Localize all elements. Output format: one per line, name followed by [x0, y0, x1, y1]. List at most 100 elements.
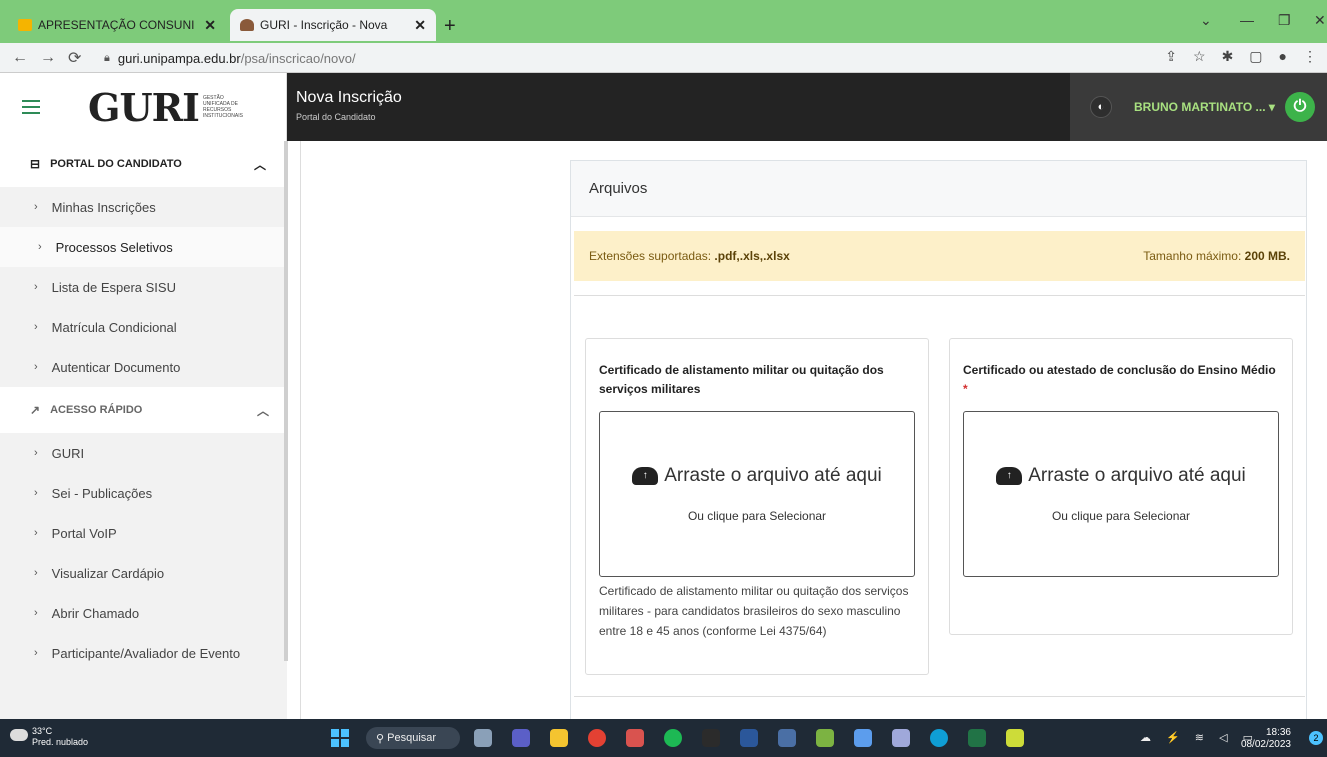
taskbar-search[interactable]: ⚲ Pesquisar: [366, 727, 460, 749]
restore-icon[interactable]: ❐: [1278, 12, 1291, 29]
upload-title: Certificado de alistamento militar ou qu…: [586, 339, 928, 411]
browser-tab-guri[interactable]: GURI - Inscrição - Nova ✕: [230, 9, 436, 41]
sidebar-item-cardapio[interactable]: › Visualizar Cardápio: [0, 553, 287, 593]
close-tab-icon[interactable]: ✕: [204, 17, 216, 34]
task-view-icon[interactable]: [474, 729, 492, 747]
file-dropzone[interactable]: ↑ Arraste o arquivo até aqui Ou clique pa…: [963, 411, 1279, 577]
sidebar: ⊟ PORTAL DO CANDIDATO ︿ › Minhas Inscriçõ…: [0, 141, 287, 719]
sidebar-item-matricula[interactable]: › Matrícula Condicional: [0, 307, 287, 347]
logout-power-icon[interactable]: ⏻: [1285, 92, 1315, 122]
reload-icon[interactable]: ⟳: [68, 48, 81, 68]
address-bar[interactable]: 🔒︎ guri.unipampa.edu.br /psa/inscricao/n…: [104, 47, 1194, 69]
sidebar-item-evento[interactable]: › Participante/Avaliador de Evento: [0, 633, 287, 673]
sidebar-item-label: Participante/Avaliador de Evento: [51, 645, 241, 661]
chevron-right-icon: ›: [34, 201, 38, 213]
sidebar-item-sei[interactable]: › Sei - Publicações: [0, 473, 287, 513]
app-icon[interactable]: [816, 729, 834, 747]
header-user-area: ◐ BRUNO MARTINATO ... ▾ ⏻: [1070, 73, 1327, 141]
share-icon[interactable]: ⇪: [1165, 48, 1177, 65]
browser-actions: ⇪ ☆ ✱ ▢ ● ⋮: [1165, 48, 1317, 65]
excel-icon[interactable]: [968, 729, 986, 747]
sidebar-scrollbar[interactable]: [284, 141, 288, 661]
upload-title-text: Certificado de alistamento militar ou qu…: [599, 363, 884, 396]
sidebar-item-chamado[interactable]: › Abrir Chamado: [0, 593, 287, 633]
back-icon[interactable]: ←: [12, 49, 28, 67]
theme-toggle-icon[interactable]: ◐: [1090, 96, 1112, 118]
hamburger-menu-icon[interactable]: [22, 100, 40, 114]
chevron-right-icon: ›: [34, 321, 38, 333]
chevron-right-icon: ›: [34, 647, 38, 659]
sidebar-item-label: Minhas Inscrições: [51, 199, 156, 215]
dropzone-subtext: Ou clique para Selecionar: [1051, 509, 1191, 523]
profile-avatar-icon[interactable]: ●: [1279, 48, 1287, 65]
section-label: PORTAL DO CANDIDATO: [50, 158, 182, 170]
dropzone-text: Arraste o arquivo até aqui: [1028, 465, 1246, 486]
sidebar-item-lista-espera[interactable]: › Lista de Espera SISU: [0, 267, 287, 307]
tab-title: APRESENTAÇÃO CONSUNI - CAL: [38, 18, 198, 32]
notification-badge[interactable]: 2: [1309, 731, 1323, 745]
chevron-up-icon[interactable]: ︿: [254, 156, 266, 173]
tab-search-icon[interactable]: ⌄: [1200, 12, 1212, 29]
extensions-icon[interactable]: ✱: [1222, 48, 1234, 65]
browser-tab-presentation[interactable]: APRESENTAÇÃO CONSUNI - CAL ✕: [8, 9, 226, 41]
file-explorer-icon[interactable]: [550, 729, 568, 747]
upload-title-text: Certificado ou atestado de conclusão do …: [963, 363, 1276, 377]
file-info-alert: Extensões suportadas: .pdf,.xls,.xlsx Ta…: [574, 231, 1305, 281]
sidebar-item-autenticar[interactable]: › Autenticar Documento: [0, 347, 287, 387]
app-icon[interactable]: [778, 729, 796, 747]
menu-dots-icon[interactable]: ⋮: [1303, 48, 1317, 65]
windows-start-icon[interactable]: [331, 729, 349, 747]
sidebar-item-processos-seletivos[interactable]: › Processos Seletivos: [0, 227, 287, 267]
max-size-value: 200 MB.: [1244, 249, 1290, 263]
close-tab-icon[interactable]: ✕: [414, 17, 426, 34]
url-path: /psa/inscricao/novo/: [240, 50, 356, 66]
chevron-right-icon: ›: [34, 447, 38, 459]
edge-icon[interactable]: [930, 729, 948, 747]
clock[interactable]: 18:36 08/02/2023: [1241, 727, 1291, 751]
minimize-icon[interactable]: —: [1240, 12, 1254, 28]
close-window-icon[interactable]: ✕: [1314, 12, 1326, 29]
logo-subtitle: GESTÃO UNIFICADA DE RECURSOS INSTITUCION…: [202, 95, 243, 119]
app-icon[interactable]: [702, 729, 720, 747]
divider: [574, 295, 1305, 296]
sidebar-item-label: Matrícula Condicional: [51, 319, 177, 335]
spotify-icon[interactable]: [664, 729, 682, 747]
guri-logo[interactable]: GURI GESTÃO UNIFICADA DE RECURSOS INSTIT…: [88, 85, 245, 130]
app-icon[interactable]: [1006, 729, 1024, 747]
chevron-right-icon: ›: [34, 361, 38, 373]
word-icon[interactable]: [740, 729, 758, 747]
brand-area: GURI GESTÃO UNIFICADA DE RECURSOS INSTIT…: [0, 73, 287, 141]
weather-widget[interactable]: 33°C Pred. nublado: [32, 726, 88, 748]
app-icon[interactable]: [892, 729, 910, 747]
teams-chat-icon[interactable]: [512, 729, 530, 747]
chevron-right-icon: ›: [34, 487, 38, 499]
weather-cloud-icon[interactable]: [10, 729, 28, 741]
chrome-icon[interactable]: [588, 729, 606, 747]
tab-title: GURI - Inscrição - Nova: [260, 18, 388, 32]
chevron-up-icon[interactable]: ︿: [257, 402, 269, 419]
forward-icon[interactable]: →: [40, 49, 56, 67]
extensions-value: .pdf,.xls,.xlsx: [714, 249, 790, 263]
chevron-right-icon: ›: [38, 241, 42, 253]
bookmark-star-icon[interactable]: ☆: [1193, 48, 1206, 65]
sidebar-item-label: GURI: [51, 445, 85, 461]
app-icon[interactable]: [854, 729, 872, 747]
search-label: Pesquisar: [387, 732, 437, 744]
sidebar-item-minhas-inscricoes[interactable]: › Minhas Inscrições: [0, 187, 287, 227]
search-icon: ⚲: [376, 732, 388, 745]
sidebar-section-portal[interactable]: ⊟ PORTAL DO CANDIDATO ︿: [0, 141, 287, 187]
sidebar-item-guri[interactable]: › GURI: [0, 433, 287, 473]
new-tab-icon[interactable]: +: [444, 15, 456, 38]
browser-tab-bar: APRESENTAÇÃO CONSUNI - CAL ✕ GURI - Insc…: [0, 0, 1327, 43]
file-dropzone[interactable]: ↑ Arraste o arquivo até aqui Ou clique pa…: [599, 411, 915, 577]
user-menu[interactable]: BRUNO MARTINATO ... ▾: [1134, 100, 1275, 114]
logo-text: GURI: [88, 84, 200, 130]
sidebar-item-voip[interactable]: › Portal VoIP: [0, 513, 287, 553]
url-host: guri.unipampa.edu.br: [117, 50, 241, 66]
app-icon[interactable]: [626, 729, 644, 747]
sidebar-item-label: Portal VoIP: [51, 525, 117, 541]
section-label: ACESSO RÁPIDO: [50, 404, 143, 416]
sidebar-section-acesso-rapido[interactable]: ↗ ACESSO RÁPIDO ︿: [0, 387, 287, 433]
sidepanel-icon[interactable]: ▢: [1249, 48, 1262, 65]
lock-icon[interactable]: 🔒︎: [104, 52, 110, 65]
